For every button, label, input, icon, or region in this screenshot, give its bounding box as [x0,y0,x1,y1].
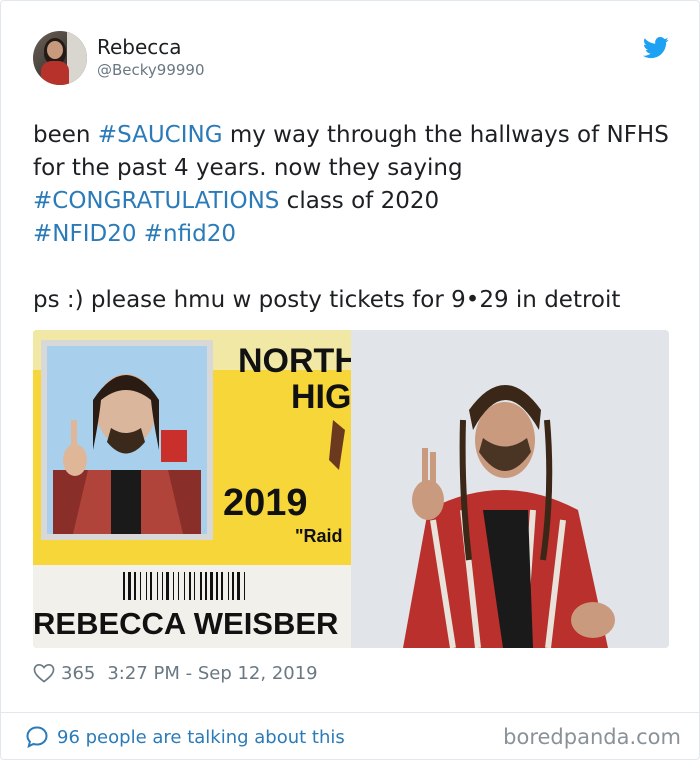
hashtag-link[interactable]: #SAUCING [98,122,223,148]
media-image: NORTH F HIGH 2019 "Raid REBECCA WEISBER [33,330,669,648]
tweet-meta: 365 3:27 PM - Sep 12, 2019 [33,660,318,686]
tweet-text-segment: been [33,122,98,148]
id-motto: "Raid [295,526,343,546]
divider [1,712,699,713]
tweet-text: been #SAUCING my way through the hallway… [33,119,673,317]
id-year: 2019 [223,482,308,524]
id-student-name: REBECCA WEISBER [33,606,338,641]
watermark: boredpanda.com [503,725,681,749]
tweet-header: Rebecca @Becky99990 [33,31,673,91]
twitter-bird-icon[interactable] [643,37,669,59]
tweet-text-segment: class of 2020 [286,188,440,214]
conversation-link[interactable]: 96 people are talking about this [25,724,345,750]
tweet-text-segment: ps :) please hmu w posty tickets for 9•2… [33,287,621,313]
hashtag-link[interactable]: #NFID20 [33,221,136,247]
heart-icon[interactable] [33,663,55,683]
avatar[interactable] [33,31,87,85]
like-count[interactable]: 365 [61,663,95,684]
tweet-text-segment [136,221,143,247]
talking-text[interactable]: 96 people are talking about this [57,727,345,748]
hashtag-link[interactable]: #nfid20 [144,221,236,247]
tweet-card: Rebecca @Becky99990 been #SAUCING my way… [0,0,700,760]
hashtag-link[interactable]: #CONGRATULATIONS [33,188,279,214]
timestamp[interactable]: 3:27 PM - Sep 12, 2019 [107,663,317,684]
user-handle[interactable]: @Becky99990 [97,61,205,79]
tweet-media[interactable]: NORTH F HIGH 2019 "Raid REBECCA WEISBER [33,330,669,648]
display-name[interactable]: Rebecca [97,35,182,59]
speech-bubble-icon [26,726,48,748]
